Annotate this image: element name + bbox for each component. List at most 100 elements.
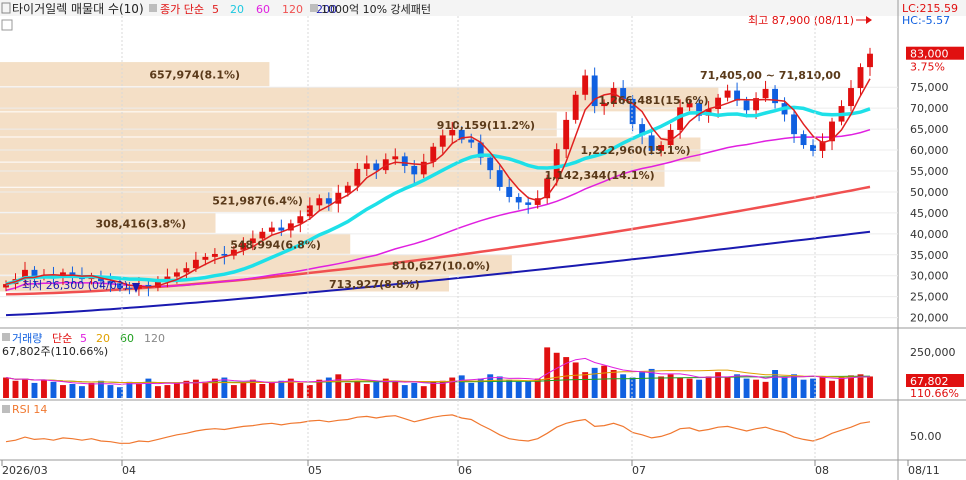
volume-bar <box>525 380 532 398</box>
rsi-legend-icon <box>2 405 10 413</box>
volume-bar <box>591 367 598 398</box>
candle-body <box>867 53 873 68</box>
volume-profile-label: 1,222,960(15.1%) <box>580 144 690 157</box>
ma-period-60: 60 <box>256 3 270 16</box>
volume-bar <box>601 365 608 398</box>
volume-ma-period-5: 5 <box>80 332 87 345</box>
volume-bar <box>629 377 636 398</box>
volume-bar <box>135 384 142 398</box>
volume-bar <box>781 377 788 398</box>
volume-bar <box>107 385 114 398</box>
candle-body <box>582 75 589 95</box>
volume-bar <box>411 382 418 398</box>
volume-bar <box>610 370 617 398</box>
candle-body <box>411 165 418 175</box>
volume-bar <box>572 362 579 398</box>
candle-body <box>724 90 731 98</box>
volume-bar <box>335 374 342 398</box>
volume-bar <box>515 381 522 398</box>
range-annotation: 71,405,00 ~ 71,810,00 <box>700 69 841 82</box>
pattern-legend-label: 1000억 10% 강세패턴 <box>321 3 431 16</box>
volume-bar <box>800 379 807 398</box>
volume-bar <box>401 385 408 398</box>
ma-period-20: 20 <box>230 3 244 16</box>
volume-bar <box>3 377 9 398</box>
volume-bar <box>221 377 228 398</box>
candle-body <box>791 114 797 135</box>
price-axis-tick: 65,000 <box>910 123 949 136</box>
volume-bar <box>848 375 854 398</box>
volume-legend-icon <box>2 333 10 341</box>
volume-bar <box>173 382 180 398</box>
candle-body <box>344 185 351 193</box>
volume-bar <box>268 381 275 398</box>
volume-profile-label: 548,994(6.8%) <box>230 238 321 251</box>
candle-body <box>202 256 209 260</box>
price-axis-tick: 70,000 <box>910 102 949 115</box>
volume-axis-tick: 250,000 <box>910 346 956 359</box>
volume-bar <box>705 376 712 398</box>
x-axis-label: 2026/03 <box>2 464 48 477</box>
volume-bar <box>344 382 351 398</box>
candle-body <box>363 163 370 169</box>
volume-bar <box>553 352 560 398</box>
candle-body <box>430 146 437 162</box>
candle-body <box>572 94 579 120</box>
candle-body <box>325 198 332 204</box>
volume-title: 거래량 <box>12 332 42 345</box>
volume-bar <box>164 385 171 398</box>
volume-bar <box>819 376 826 398</box>
volume-bar <box>69 384 76 398</box>
pattern-legend-icon <box>310 4 318 12</box>
volume-profile-label: 657,974(8.1%) <box>149 69 240 82</box>
candle-body <box>487 157 494 171</box>
volume-bar <box>230 385 237 398</box>
volume-bar <box>183 380 190 398</box>
chart-title: 타이거일렉 매물대 수(10) <box>12 2 144 16</box>
candle-body <box>563 119 570 150</box>
volume-bar <box>620 374 627 398</box>
price-axis-tick: 60,000 <box>910 144 949 157</box>
candle-body <box>857 67 864 89</box>
x-axis-label: 08/11 <box>908 464 940 477</box>
volume-profile-label: 308,416(3.8%) <box>96 217 187 230</box>
candle-body <box>211 253 218 257</box>
volume-bar <box>240 382 247 398</box>
volume-bar <box>259 384 266 398</box>
volume-bar <box>363 384 370 398</box>
candle-body <box>496 170 503 187</box>
volume-bar <box>753 379 760 398</box>
volume-bar <box>79 386 85 398</box>
volume-bar <box>392 380 399 398</box>
chart-canvas: 657,974(8.1%) 1,266,481(15.6%) 910,159(11.… <box>0 0 966 480</box>
volume-profile-label: 521,987(6.4%) <box>212 194 303 207</box>
x-axis-label: 07 <box>632 464 646 477</box>
candle-body <box>439 135 446 147</box>
volume-bar <box>458 375 465 398</box>
ma-legend-label: 종가 단순 <box>160 3 204 16</box>
volume-bar <box>297 382 304 398</box>
price-axis-tick: 45,000 <box>910 207 949 220</box>
volume-ma-period-120: 120 <box>144 332 165 345</box>
volume-bar <box>12 380 19 398</box>
volume-bar <box>154 386 161 398</box>
price-axis-tick: 50,000 <box>910 186 949 199</box>
rsi-axis-tick: 50.00 <box>910 430 942 443</box>
price-axis-tick: 30,000 <box>910 270 949 283</box>
high-price-annotation: 최고 87,900 (08/11) <box>748 14 854 27</box>
volume-bar <box>838 377 845 398</box>
volume-profile-label: 1,266,481(15.6%) <box>598 94 708 107</box>
price-axis-tick: 20,000 <box>910 312 949 325</box>
grid-toggle-icon[interactable] <box>1 19 13 31</box>
candle-body <box>306 205 313 217</box>
price-axis-tick: 40,000 <box>910 228 949 241</box>
volume-bar <box>373 381 380 398</box>
ma-legend-icon <box>149 4 157 12</box>
volume-ma-label: 단순 <box>52 332 72 345</box>
volume-bar <box>50 381 57 398</box>
volume-bar <box>582 372 589 398</box>
volume-profile-label: 1,142,344(14.1%) <box>545 169 655 182</box>
volume-bar <box>430 381 437 398</box>
candle-body <box>297 216 304 224</box>
candle-body <box>183 268 190 273</box>
